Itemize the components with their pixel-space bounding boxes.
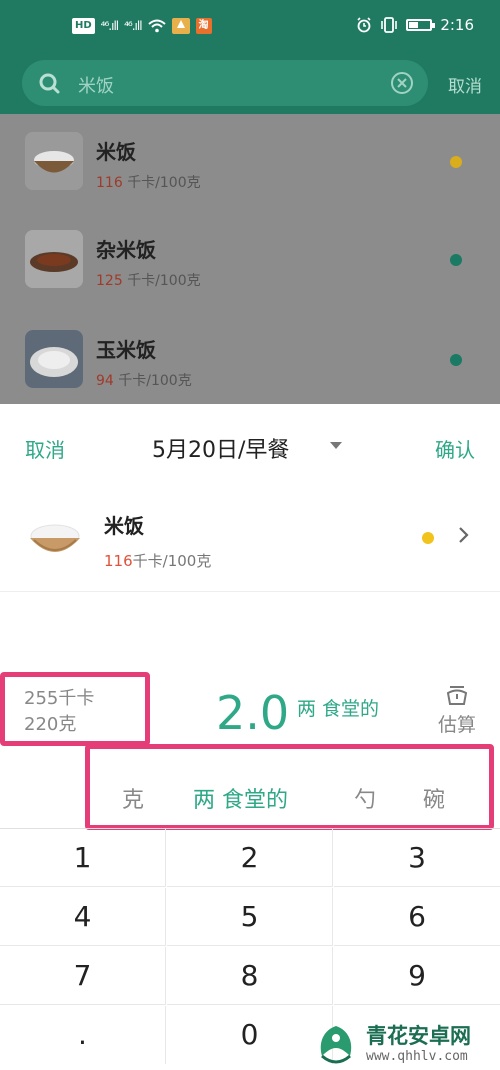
estimate-label: 估算 [437, 714, 476, 736]
key-9[interactable]: 9 [334, 947, 500, 1005]
battery-icon [406, 19, 436, 31]
search-query-text: 米饭 [78, 76, 114, 97]
calorie-unit: 千卡/100克 [132, 552, 212, 570]
corn-rice-image [25, 330, 83, 388]
add-food-sheet: 取消 5月20日/早餐 确认 米饭 116千卡/100克 255千卡 220克 … [0, 404, 500, 1070]
food-name: 玉米饭 [96, 338, 156, 362]
amount-value: 2.0 [216, 686, 290, 740]
rice-bowl-image [30, 524, 80, 552]
key-5[interactable]: 5 [167, 888, 333, 946]
wifi-icon [147, 19, 166, 33]
chevron-right-icon[interactable] [458, 526, 470, 544]
confirm-button[interactable]: 确认 [435, 434, 475, 463]
watermark-logo-icon [320, 1026, 352, 1064]
food-calories: 94 千卡/100克 [96, 370, 192, 390]
status-bar: HD ⁴⁶.ıll ⁴⁶.ıll 淘 2:16 [0, 0, 500, 56]
search-icon [39, 73, 60, 94]
health-indicator-dot [450, 254, 462, 266]
status-bar-right: 2:16 [356, 16, 474, 34]
app-notification-icon [171, 18, 190, 34]
food-calories: 125 千卡/100克 [96, 270, 201, 290]
search-results-area: HD ⁴⁶.ıll ⁴⁶.ıll 淘 2:16 米饭 取消 米饭 116 千卡/… [0, 0, 500, 404]
calorie-unit: 千卡/100克 [118, 373, 192, 389]
caret-down-icon[interactable] [330, 442, 342, 449]
key-7[interactable]: 7 [0, 947, 166, 1005]
selected-food-row[interactable]: 米饭 116千卡/100克 [0, 492, 500, 592]
health-indicator-dot [450, 156, 462, 168]
signal-icon: ⁴⁶.ıll [124, 19, 142, 33]
clear-search-icon[interactable] [390, 71, 414, 95]
calorie-unit: 千卡/100克 [127, 175, 201, 191]
calorie-unit: 千卡/100克 [127, 273, 201, 289]
estimate-button[interactable]: 估算 [433, 684, 481, 737]
key-4[interactable]: 4 [0, 888, 166, 946]
battery-fill [409, 22, 419, 28]
sheet-header: 取消 5月20日/早餐 确认 [0, 404, 500, 488]
list-item[interactable]: 杂米饭 125 千卡/100克 [0, 212, 500, 308]
key-3[interactable]: 3 [334, 829, 500, 887]
mixed-rice-image [25, 230, 83, 288]
calorie-value: 125 [96, 273, 123, 289]
key-decimal[interactable]: . [0, 1006, 166, 1064]
food-name: 杂米饭 [96, 238, 156, 262]
watermark: 青花安卓网 www.qhhlv.com [312, 1020, 496, 1068]
highlight-box [85, 744, 494, 830]
hd-badge: HD [72, 18, 95, 34]
watermark-url: www.qhhlv.com [366, 1049, 468, 1064]
health-indicator-dot [422, 532, 434, 544]
watermark-title: 青花安卓网 [366, 1024, 471, 1048]
calorie-value: 116 [96, 175, 123, 191]
search-bar: 米饭 取消 [0, 56, 500, 114]
cancel-search-button[interactable]: 取消 [448, 72, 482, 97]
signal-icon: ⁴⁶.ıll [100, 19, 119, 33]
rice-bowl-image [25, 132, 83, 190]
calorie-value: 116 [104, 552, 133, 570]
food-calories: 116 千卡/100克 [96, 172, 201, 192]
key-2[interactable]: 2 [167, 829, 333, 887]
taobao-icon: 淘 [195, 18, 212, 34]
list-item[interactable]: 玉米饭 94 千卡/100克 [0, 312, 500, 408]
calorie-value: 94 [96, 373, 114, 389]
meal-date-selector[interactable]: 5月20日/早餐 [152, 432, 289, 464]
key-6[interactable]: 6 [334, 888, 500, 946]
amount-unit: 两 食堂的 [297, 698, 380, 720]
vibrate-icon [381, 17, 398, 33]
food-calories: 116千卡/100克 [104, 550, 211, 571]
food-name: 米饭 [96, 140, 136, 164]
cancel-button[interactable]: 取消 [25, 434, 65, 463]
status-bar-left: HD ⁴⁶.ıll ⁴⁶.ıll 淘 [72, 18, 212, 34]
health-indicator-dot [450, 354, 462, 366]
alarm-icon [357, 17, 371, 33]
key-8[interactable]: 8 [167, 947, 333, 1005]
list-item[interactable]: 米饭 116 千卡/100克 [0, 114, 500, 210]
food-result-list: 米饭 116 千卡/100克 杂米饭 125 千卡/100克 玉米饭 94 千卡… [0, 114, 500, 404]
status-time: 2:16 [440, 16, 474, 34]
food-name: 米饭 [104, 514, 144, 538]
key-1[interactable]: 1 [0, 829, 166, 887]
highlight-box [0, 672, 150, 746]
key-0[interactable]: 0 [167, 1006, 333, 1064]
search-input[interactable]: 米饭 [22, 60, 428, 106]
scale-icon [446, 686, 468, 705]
